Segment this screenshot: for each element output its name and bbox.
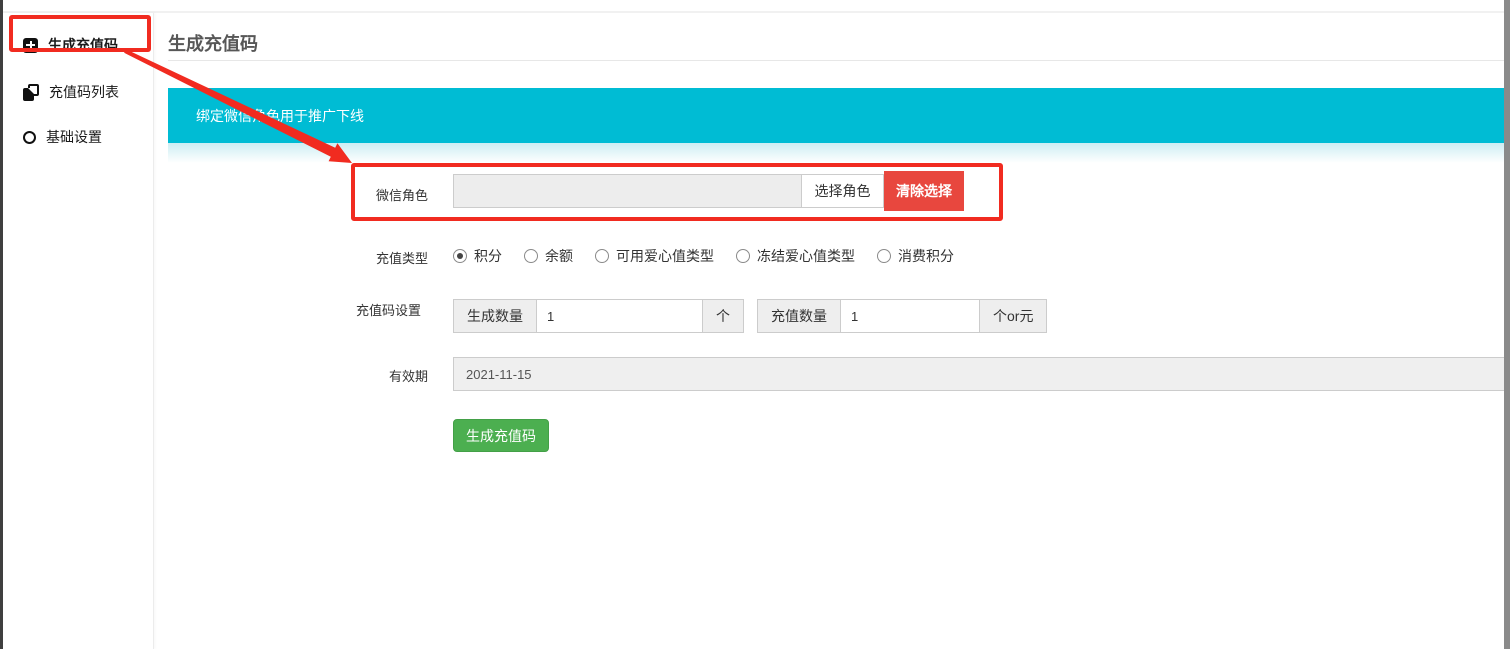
radio-option-balance[interactable]: 余额 (524, 246, 573, 266)
header-divider (168, 60, 1504, 61)
recharge-quantity-unit: 个or元 (980, 299, 1047, 333)
clear-selection-button[interactable]: 清除选择 (884, 171, 964, 211)
generate-quantity-unit: 个 (703, 299, 744, 333)
radio-icon (736, 249, 750, 263)
page-title: 生成充值码 (168, 30, 258, 56)
radio-icon (595, 249, 609, 263)
window-left-edge (0, 0, 3, 649)
radio-option-consume-points[interactable]: 消费积分 (877, 246, 954, 266)
radio-option-points[interactable]: 积分 (453, 246, 502, 266)
radio-label: 冻结爱心值类型 (757, 246, 855, 266)
recharge-quantity-input[interactable] (840, 299, 980, 333)
radio-icon (877, 249, 891, 263)
recharge-type-options: 积分 余额 可用爱心值类型 冻结爱心值类型 消费积分 (453, 246, 954, 266)
info-banner: 绑定微信角色用于推广下线 (168, 88, 1506, 143)
sidebar-item-generate-code[interactable]: 生成充值码 (3, 29, 153, 61)
radio-option-usable-love-value[interactable]: 可用爱心值类型 (595, 246, 714, 266)
recharge-type-label: 充值类型 (353, 248, 428, 267)
recharge-quantity-addon: 充值数量 (757, 299, 840, 333)
copy-icon (23, 84, 39, 101)
radio-icon (524, 249, 538, 263)
radio-label: 可用爱心值类型 (616, 246, 714, 266)
code-settings-label: 充值码设置 (346, 300, 421, 319)
radio-label: 积分 (474, 246, 502, 266)
circle-icon (23, 131, 36, 144)
sidebar-item-label: 充值码列表 (49, 82, 119, 102)
plus-square-icon (23, 38, 38, 53)
radio-label: 余额 (545, 246, 573, 266)
wechat-role-input[interactable] (453, 174, 802, 208)
sidebar-item-basic-settings[interactable]: 基础设置 (3, 121, 153, 153)
recharge-quantity-group: 充值数量 个or元 (757, 299, 1047, 333)
sidebar-item-code-list[interactable]: 充值码列表 (3, 76, 153, 108)
radio-icon (453, 249, 467, 263)
app-window: 生成充值码 充值码列表 基础设置 生成充值码 绑定微信角色用于推广下线 微信角色… (0, 0, 1510, 649)
select-role-button[interactable]: 选择角色 (801, 174, 884, 208)
generate-code-button[interactable]: 生成充值码 (453, 419, 549, 452)
generate-quantity-addon: 生成数量 (453, 299, 536, 333)
generate-quantity-input[interactable] (536, 299, 703, 333)
validity-label: 有效期 (353, 366, 428, 385)
radio-label: 消费积分 (898, 246, 954, 266)
sidebar-item-label: 生成充值码 (48, 35, 118, 55)
generate-quantity-group: 生成数量 个 (453, 299, 744, 333)
top-divider (3, 11, 1504, 13)
radio-option-frozen-love-value[interactable]: 冻结爱心值类型 (736, 246, 855, 266)
validity-date-input[interactable] (453, 357, 1510, 391)
banner-shadow (168, 143, 1506, 163)
wechat-role-label: 微信角色 (353, 185, 428, 204)
sidebar-item-label: 基础设置 (46, 127, 102, 147)
window-right-edge[interactable] (1504, 0, 1510, 649)
sidebar: 生成充值码 充值码列表 基础设置 (3, 13, 154, 649)
